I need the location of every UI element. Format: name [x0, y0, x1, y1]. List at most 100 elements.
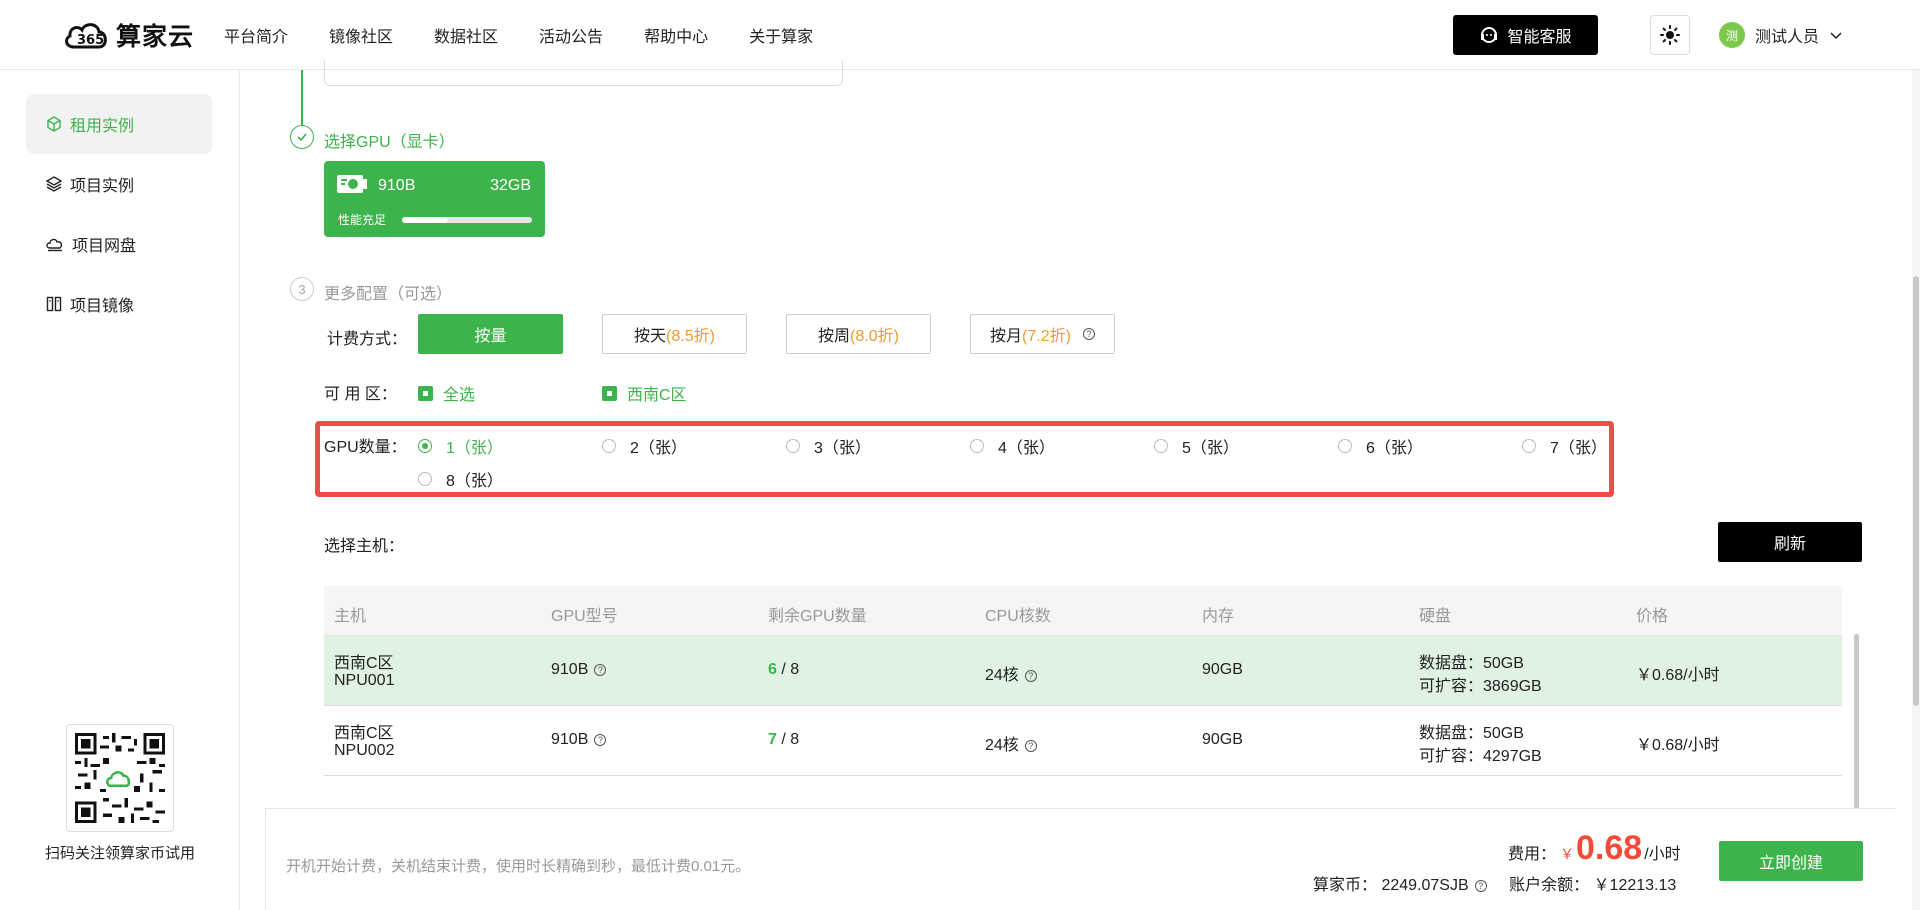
sidebar-item-label: 项目实例 — [70, 178, 135, 195]
gpu-count-option-label: 3（张） — [814, 440, 871, 457]
nav-image-community[interactable]: 镜像社区 — [329, 23, 393, 47]
help-icon[interactable]: ? — [1024, 739, 1037, 752]
billing-option-usage[interactable]: 按量 — [418, 314, 563, 354]
row-host-id: NPU001 — [334, 672, 395, 689]
sidebar: 租用实例 项目实例 项目网盘 项目镜像 扫码关注领算家币试用 — [0, 70, 240, 910]
gpu-card-perf-label: 性能充足 — [338, 213, 387, 227]
logo[interactable]: 365 算家云 — [62, 14, 194, 56]
create-now-button[interactable]: 立即创建 — [1719, 841, 1863, 881]
help-icon[interactable]: ? — [1082, 328, 1095, 340]
column-disk: 硬盘 — [1419, 608, 1452, 625]
checkbox-icon — [602, 385, 617, 401]
zone-southwest-c[interactable]: 西南C区 — [602, 381, 687, 405]
gpu-count-option-7[interactable]: 7（张） — [1522, 434, 1607, 458]
page-scrollbar[interactable] — [1912, 70, 1920, 910]
top-header: 365 算家云 平台简介 镜像社区 数据社区 活动公告 帮助中心 关于算家 智能… — [0, 0, 1920, 70]
zone-region-label: 西南C区 — [627, 387, 687, 404]
row-host-id: NPU002 — [334, 742, 395, 759]
gpu-icon — [337, 175, 367, 193]
nav-about[interactable]: 关于算家 — [749, 23, 813, 47]
column-gpu-available: 剩余GPU数量 — [768, 608, 867, 625]
refresh-button[interactable]: 刷新 — [1718, 522, 1862, 562]
gpu-perf-bar-fill — [402, 217, 448, 223]
gpu-count-option-label: 6（张） — [1366, 440, 1423, 457]
table-row[interactable]: 西南C区 NPU001 910B? 6 / 8 24核? 90GB 数据盘：50… — [324, 636, 1842, 706]
billing-option-week[interactable]: 按周 (8.0折) — [786, 314, 931, 354]
sidebar-item-rent-instance[interactable]: 租用实例 — [26, 94, 212, 154]
sidebar-item-label: 项目网盘 — [72, 238, 137, 255]
gpu-count-option-8[interactable]: 8（张） — [418, 467, 503, 491]
sidebar-item-project-disk[interactable]: 项目网盘 — [26, 214, 212, 274]
sidebar-item-project-image[interactable]: 项目镜像 — [26, 274, 212, 334]
billing-option-day[interactable]: 按天 (8.5折) — [602, 314, 747, 354]
nav-help[interactable]: 帮助中心 — [644, 23, 708, 47]
gpu-count-option-4[interactable]: 4（张） — [970, 434, 1055, 458]
radio-icon — [970, 439, 984, 453]
billing-option-discount: (8.5折) — [666, 328, 715, 345]
radio-icon — [786, 439, 800, 453]
gpu-count-option-2[interactable]: 2（张） — [602, 434, 687, 458]
gpu-count-option-label: 1（张） — [446, 440, 503, 457]
gpu-count-option-6[interactable]: 6（张） — [1338, 434, 1423, 458]
billing-option-month[interactable]: 按月 (7.2折) ? — [970, 314, 1115, 354]
host-label: 选择主机： — [324, 538, 405, 555]
row-memory: 90GB — [1202, 731, 1243, 748]
fee-label: 费用： — [1508, 846, 1557, 863]
column-host: 主机 — [334, 608, 367, 625]
row-gpu-model-text: 910B — [551, 661, 589, 678]
radio-icon — [418, 439, 432, 453]
help-icon[interactable]: ? — [594, 733, 607, 746]
gpu-card-memory: 32GB — [490, 177, 531, 194]
nav-announcements[interactable]: 活动公告 — [539, 23, 603, 47]
gpu-count-option-label: 2（张） — [630, 440, 687, 457]
radio-icon — [1522, 439, 1536, 453]
coin-balance: 算家币： 2249.07SJB — [1313, 877, 1469, 894]
chevron-down-icon — [1830, 32, 1842, 40]
gpu-card-910b[interactable]: 910B 32GB 性能充足 — [324, 161, 545, 237]
zone-label: 可 用 区： — [324, 386, 397, 403]
table-row[interactable]: 西南C区 NPU002 910B? 7 / 8 24核? 90GB 数据盘：50… — [324, 706, 1842, 776]
step-more-indicator: 3 — [290, 277, 314, 301]
row-gpu-model-text: 910B — [551, 731, 589, 748]
user-menu[interactable]: 测 测试人员 — [1719, 20, 1843, 50]
nav-platform[interactable]: 平台简介 — [224, 23, 288, 47]
headset-icon — [1481, 27, 1498, 43]
gpu-count-option-label: 4（张） — [998, 440, 1055, 457]
column-cpu: CPU核数 — [985, 608, 1051, 625]
table-scrollbar[interactable] — [1854, 634, 1859, 810]
zone-select-all-label: 全选 — [443, 387, 476, 404]
gpu-count-option-1[interactable]: 1（张） — [418, 434, 503, 458]
gpu-count-option-5[interactable]: 5（张） — [1154, 434, 1239, 458]
radio-icon — [418, 472, 432, 486]
page-scrollbar-thumb[interactable] — [1913, 276, 1919, 706]
sidebar-item-project-instance[interactable]: 项目实例 — [26, 154, 212, 214]
help-icon[interactable]: ? — [1474, 879, 1487, 892]
fee-currency: ￥ — [1560, 846, 1575, 862]
row-disk-expand: 可扩容：4297GB — [1419, 748, 1542, 765]
layers-icon — [46, 176, 62, 192]
fee-display: 费用： ￥ 0.68 /小时 — [1508, 829, 1681, 868]
help-icon[interactable]: ? — [1024, 669, 1037, 682]
row-cpu-text: 24核 — [985, 667, 1019, 684]
nav-data-community[interactable]: 数据社区 — [434, 23, 498, 47]
balance-info: 算家币： 2249.07SJB? 账户余额： ￥12213.13 — [1313, 871, 1676, 895]
qr-caption: 扫码关注领算家币试用 — [44, 845, 195, 862]
gpu-count-label: GPU数量： — [324, 439, 407, 456]
radio-icon — [1154, 439, 1168, 453]
zone-select-all[interactable]: 全选 — [418, 381, 475, 405]
gpu-count-option-3[interactable]: 3（张） — [786, 434, 871, 458]
qr-code — [66, 724, 174, 832]
row-disk-expand: 可扩容：3869GB — [1419, 678, 1542, 695]
help-icon[interactable]: ? — [594, 663, 607, 676]
theme-toggle-button[interactable] — [1650, 15, 1690, 55]
host-table: 主机 GPU型号 剩余GPU数量 CPU核数 内存 硬盘 价格 西南C区 NPU… — [324, 586, 1842, 776]
smart-service-button[interactable]: 智能客服 — [1453, 15, 1598, 55]
row-gpu-model: 910B? — [551, 661, 607, 679]
step-more-title: 更多配置（可选） — [324, 286, 453, 303]
gpu-count-highlight — [315, 421, 1614, 497]
check-icon — [297, 133, 307, 142]
sun-icon — [1660, 25, 1680, 45]
row-disk: 数据盘：50GB — [1419, 655, 1524, 672]
billing-note: 开机开始计费，关机结束计费，使用时长精确到秒，最低计费0.01元。 — [286, 858, 751, 875]
cube-icon — [47, 116, 61, 132]
